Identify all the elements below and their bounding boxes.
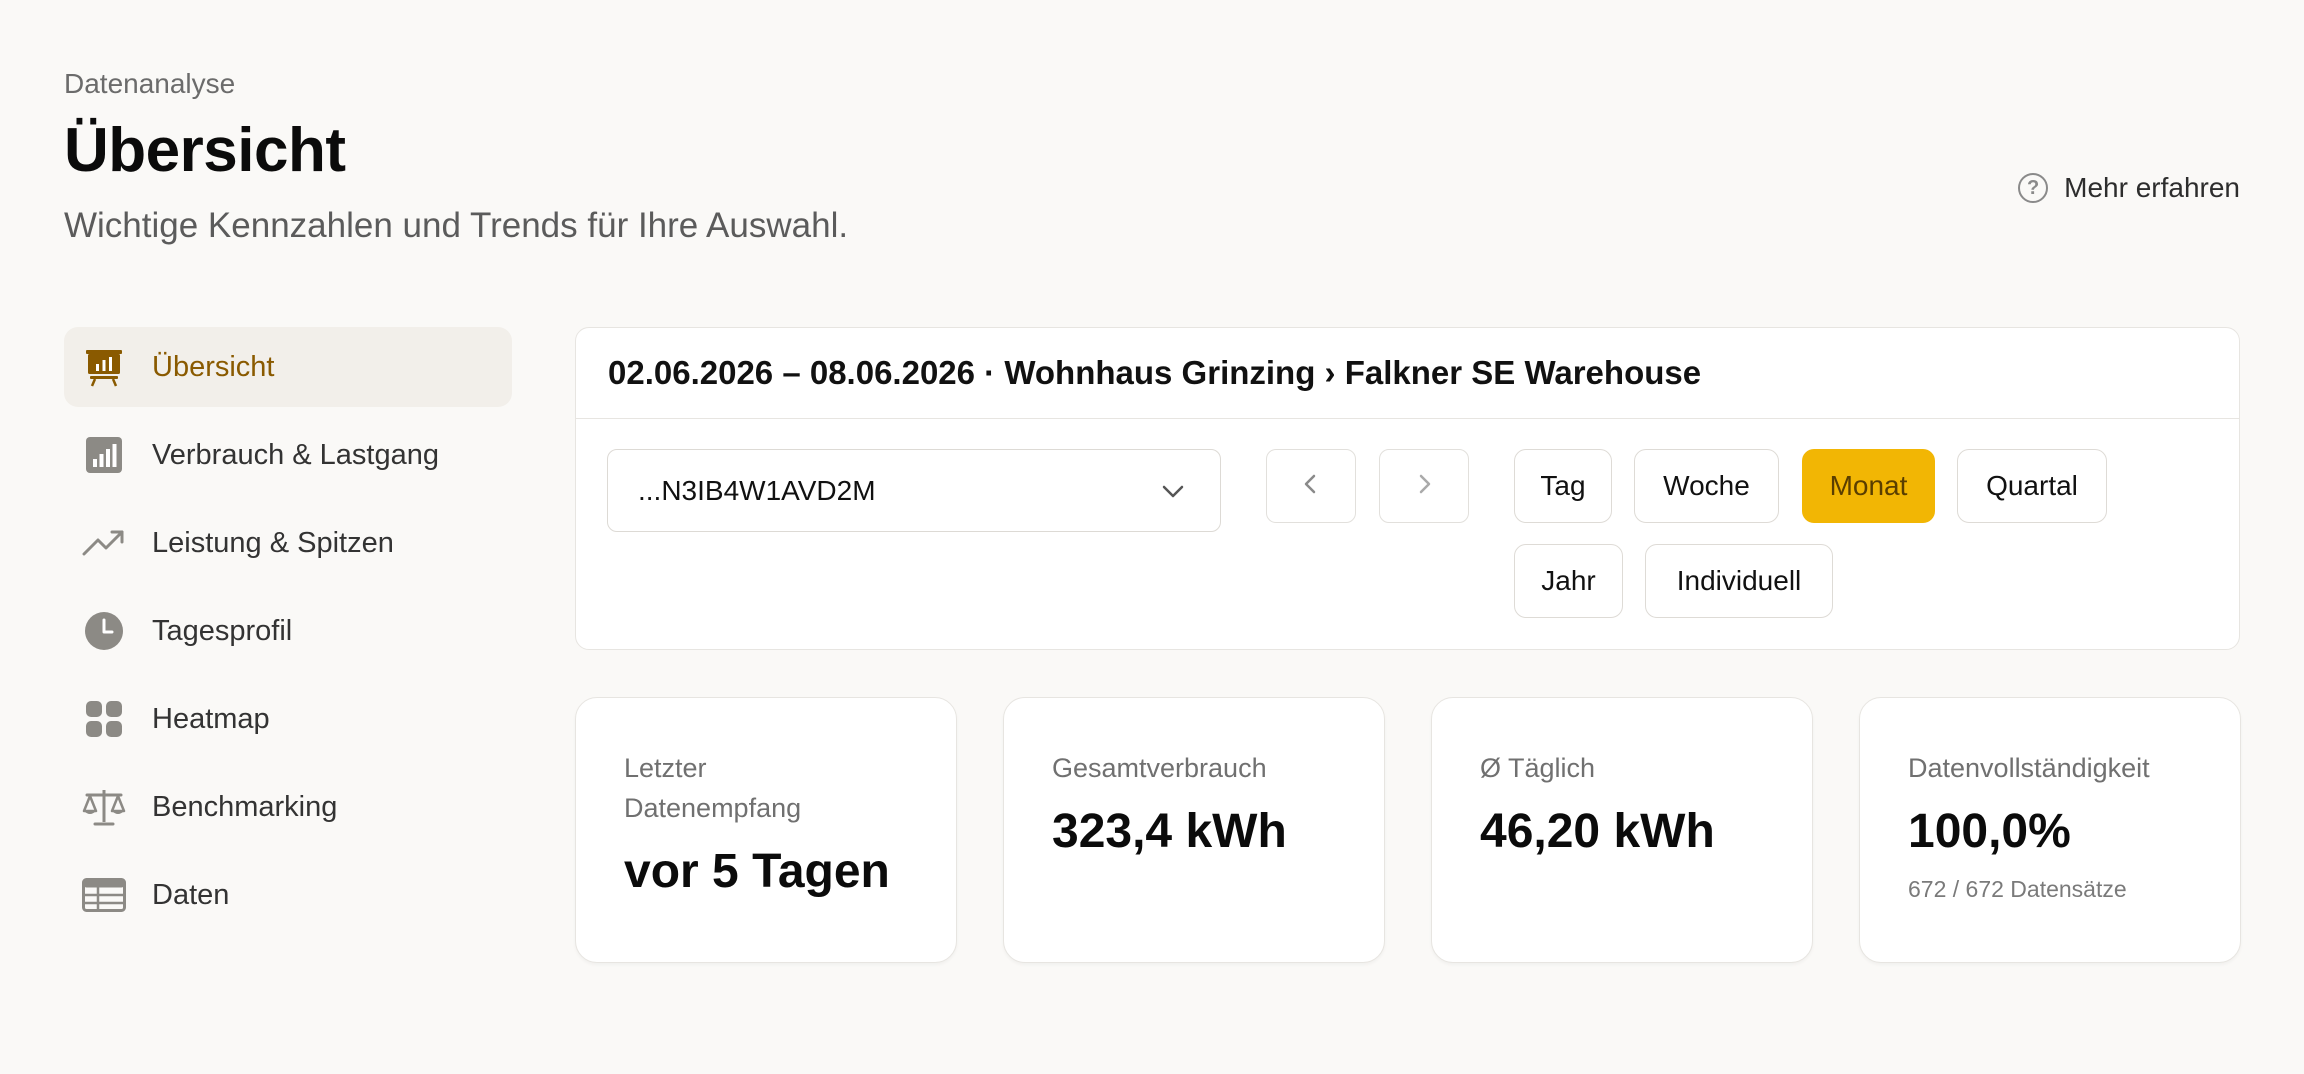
kpi-value: 100,0% — [1908, 805, 2071, 858]
page-title: Übersicht — [64, 116, 346, 185]
grid-icon — [82, 697, 126, 741]
kpi-label: Datenvollständigkeit — [1908, 753, 2150, 783]
learn-more-label: Mehr erfahren — [2064, 172, 2240, 203]
kpi-subtext: 672 / 672 Datensätze — [1908, 876, 2127, 902]
trending-up-icon — [82, 521, 126, 565]
kpi-value: 46,20 kWh — [1480, 805, 1715, 858]
sidebar-item-label: Benchmarking — [152, 790, 338, 823]
page-header: Datenanalyse Übersicht Wichtige Kennzahl… — [64, 64, 2240, 250]
sidebar-item-consumption[interactable]: Verbrauch & Lastgang — [64, 415, 512, 495]
previous-period-button[interactable] — [1266, 449, 1356, 523]
sidebar-item-data[interactable]: Daten — [64, 855, 512, 935]
chevron-right-icon — [1412, 472, 1436, 501]
meter-select-value: ...N3IB4W1AVD2M — [638, 474, 876, 506]
kpi-card-daily-average: Ø Täglich 46,20 kWh — [1431, 697, 1813, 963]
kpi-label: Gesamtverbrauch — [1052, 753, 1267, 783]
date-range-heading: 02.06.2026 – 08.06.2026 · Wohnhaus Grinz… — [576, 328, 2239, 419]
sidebar-item-performance[interactable]: Leistung & Spitzen — [64, 503, 512, 583]
sidebar-item-label: Übersicht — [152, 350, 275, 383]
period-individuell-button[interactable]: Individuell — [1645, 544, 1833, 618]
chevron-left-icon — [1299, 472, 1323, 501]
next-period-button[interactable] — [1379, 449, 1469, 523]
kpi-label: Letzter Datenempfang — [624, 753, 802, 823]
sidebar-item-label: Leistung & Spitzen — [152, 526, 394, 559]
table-icon — [82, 873, 126, 917]
breadcrumb: Datenanalyse — [64, 68, 236, 99]
sidebar-nav: Übersicht Verbrauch & Lastgang Leistung … — [64, 327, 512, 943]
page-subtitle: Wichtige Kennzahlen und Trends für Ihre … — [64, 206, 849, 245]
sidebar-item-overview[interactable]: Übersicht — [64, 327, 512, 407]
presentation-chart-icon — [82, 345, 126, 389]
kpi-value: vor 5 Tagen — [624, 845, 890, 898]
sidebar-item-label: Heatmap — [152, 702, 270, 735]
kpi-card-data-completeness: Datenvollständigkeit 100,0% 672 / 672 Da… — [1859, 697, 2241, 963]
period-tag-button[interactable]: Tag — [1514, 449, 1612, 523]
period-jahr-button[interactable]: Jahr — [1514, 544, 1623, 618]
scale-icon — [82, 785, 126, 829]
sidebar-item-label: Daten — [152, 878, 230, 911]
sidebar-item-label: Tagesprofil — [152, 614, 293, 647]
clock-icon — [82, 609, 126, 653]
kpi-card-total-consumption: Gesamtverbrauch 323,4 kWh — [1003, 697, 1385, 963]
chevron-down-icon — [1160, 478, 1186, 511]
bar-chart-icon — [82, 433, 126, 477]
sidebar-item-benchmarking[interactable]: Benchmarking — [64, 767, 512, 847]
kpi-label: Ø Täglich — [1480, 753, 1596, 783]
sidebar-item-heatmap[interactable]: Heatmap — [64, 679, 512, 759]
period-quartal-button[interactable]: Quartal — [1957, 449, 2107, 523]
meter-select[interactable]: ...N3IB4W1AVD2M — [607, 449, 1221, 532]
kpi-value: 323,4 kWh — [1052, 805, 1287, 858]
period-woche-button[interactable]: Woche — [1634, 449, 1779, 523]
sidebar-item-daily-profile[interactable]: Tagesprofil — [64, 591, 512, 671]
help-icon: ? — [2018, 173, 2049, 203]
sidebar-item-label: Verbrauch & Lastgang — [152, 438, 439, 471]
kpi-card-last-received: Letzter Datenempfang vor 5 Tagen — [575, 697, 957, 963]
period-monat-button[interactable]: Monat — [1802, 449, 1935, 523]
learn-more-link[interactable]: ? Mehr erfahren — [2018, 172, 2240, 204]
filter-panel: 02.06.2026 – 08.06.2026 · Wohnhaus Grinz… — [575, 327, 2240, 650]
